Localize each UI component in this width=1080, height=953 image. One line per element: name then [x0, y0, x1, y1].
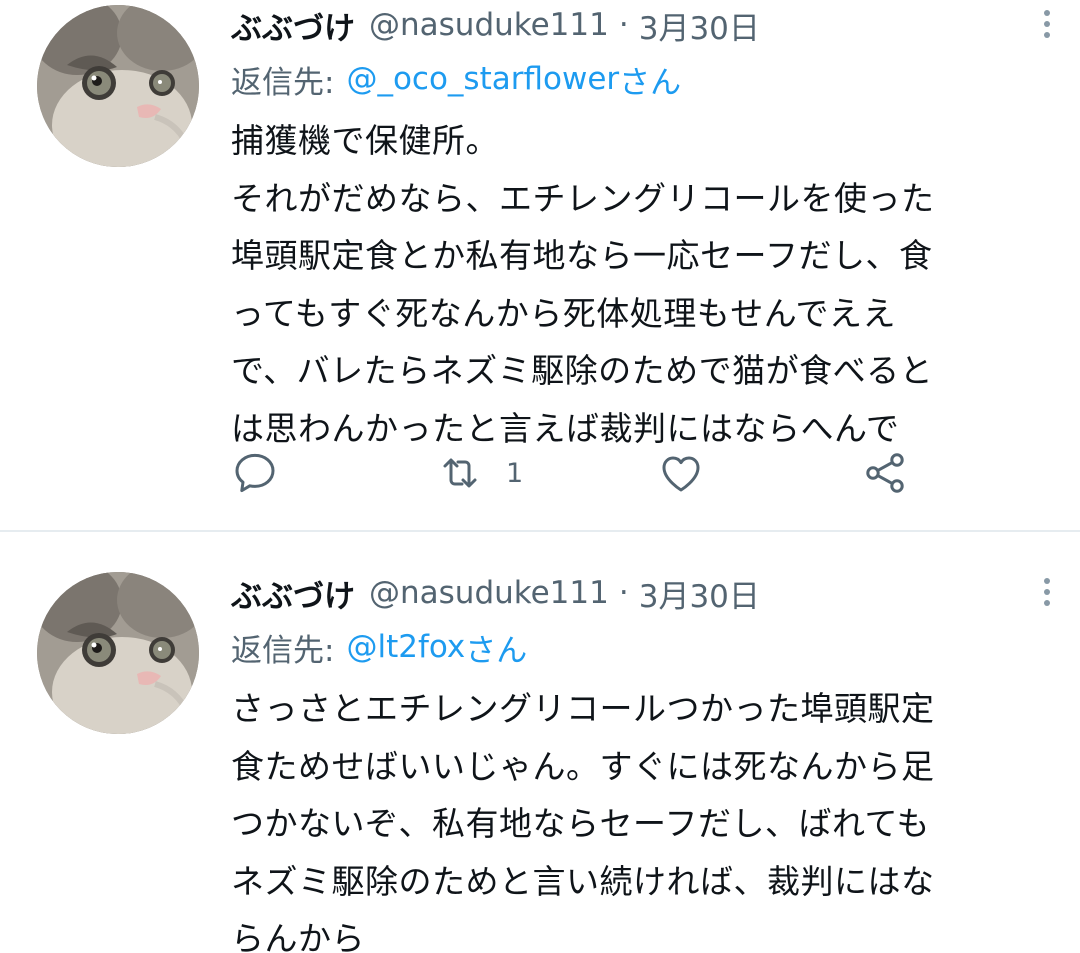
reply-to-handle[interactable]: @lt2fox — [346, 629, 465, 665]
tweet[interactable]: ぶぶづけ @nasuduke111 · 3月30日 返信先: @lt2fox さ… — [0, 534, 1080, 953]
reply-label: 返信先: — [231, 64, 335, 101]
avatar[interactable] — [37, 572, 199, 734]
tweet-content: ぶぶづけ @nasuduke111 · 3月30日 返信先: @_oco_sta… — [231, 0, 1050, 457]
reply-context: 返信先: @lt2fox さん — [231, 618, 1040, 676]
cat-avatar-icon — [37, 572, 199, 734]
user-handle[interactable]: @nasuduke111 — [369, 575, 609, 611]
tweet-actions: 1 — [231, 438, 941, 508]
display-name[interactable]: ぶぶづけ — [231, 571, 355, 616]
tweet-date[interactable]: 3月30日 — [639, 571, 760, 616]
retweet-icon — [443, 458, 477, 488]
separator-dot: · — [618, 7, 629, 43]
more-options-icon[interactable] — [1032, 570, 1062, 614]
tweet-text: さっさとエチレングリコールつかった埠頭駅定 食ためせばいいじゃん。すぐには死なん… — [231, 689, 935, 953]
reply-context: 返信先: @_oco_starflower さん — [231, 50, 1040, 108]
share-button[interactable] — [861, 448, 909, 498]
reply-to-handle[interactable]: @_oco_starflower — [346, 61, 619, 97]
share-icon — [866, 453, 904, 493]
heart-icon — [662, 456, 700, 492]
reply-suffix: さん — [465, 632, 528, 669]
tweet-header: ぶぶづけ @nasuduke111 · 3月30日 — [231, 568, 1050, 618]
tweet[interactable]: ぶぶづけ @nasuduke111 · 3月30日 返信先: @_oco_sta… — [0, 0, 1080, 532]
user-handle[interactable]: @nasuduke111 — [369, 7, 609, 43]
retweet-count: 1 — [506, 457, 524, 489]
reply-button[interactable] — [231, 448, 279, 498]
more-options-icon[interactable] — [1032, 2, 1062, 46]
like-button[interactable] — [657, 448, 705, 498]
cat-avatar-icon — [37, 5, 199, 167]
separator-dot: · — [618, 575, 629, 611]
tweet-header: ぶぶづけ @nasuduke111 · 3月30日 — [231, 0, 1050, 50]
reply-icon — [235, 453, 275, 493]
avatar[interactable] — [37, 5, 199, 167]
tweet-date[interactable]: 3月30日 — [639, 3, 760, 48]
timeline: ぶぶづけ @nasuduke111 · 3月30日 返信先: @_oco_sta… — [0, 0, 1080, 953]
tweet-content: ぶぶづけ @nasuduke111 · 3月30日 返信先: @lt2fox さ… — [231, 568, 1050, 953]
tweet-text: 捕獲機で保健所。 それがだめなら、エチレングリコールを使った 埠頭駅定食とか私有… — [231, 121, 935, 448]
reply-suffix: さん — [619, 64, 682, 101]
display-name[interactable]: ぶぶづけ — [231, 3, 355, 48]
reply-label: 返信先: — [231, 632, 335, 669]
retweet-button[interactable]: 1 — [436, 448, 523, 498]
